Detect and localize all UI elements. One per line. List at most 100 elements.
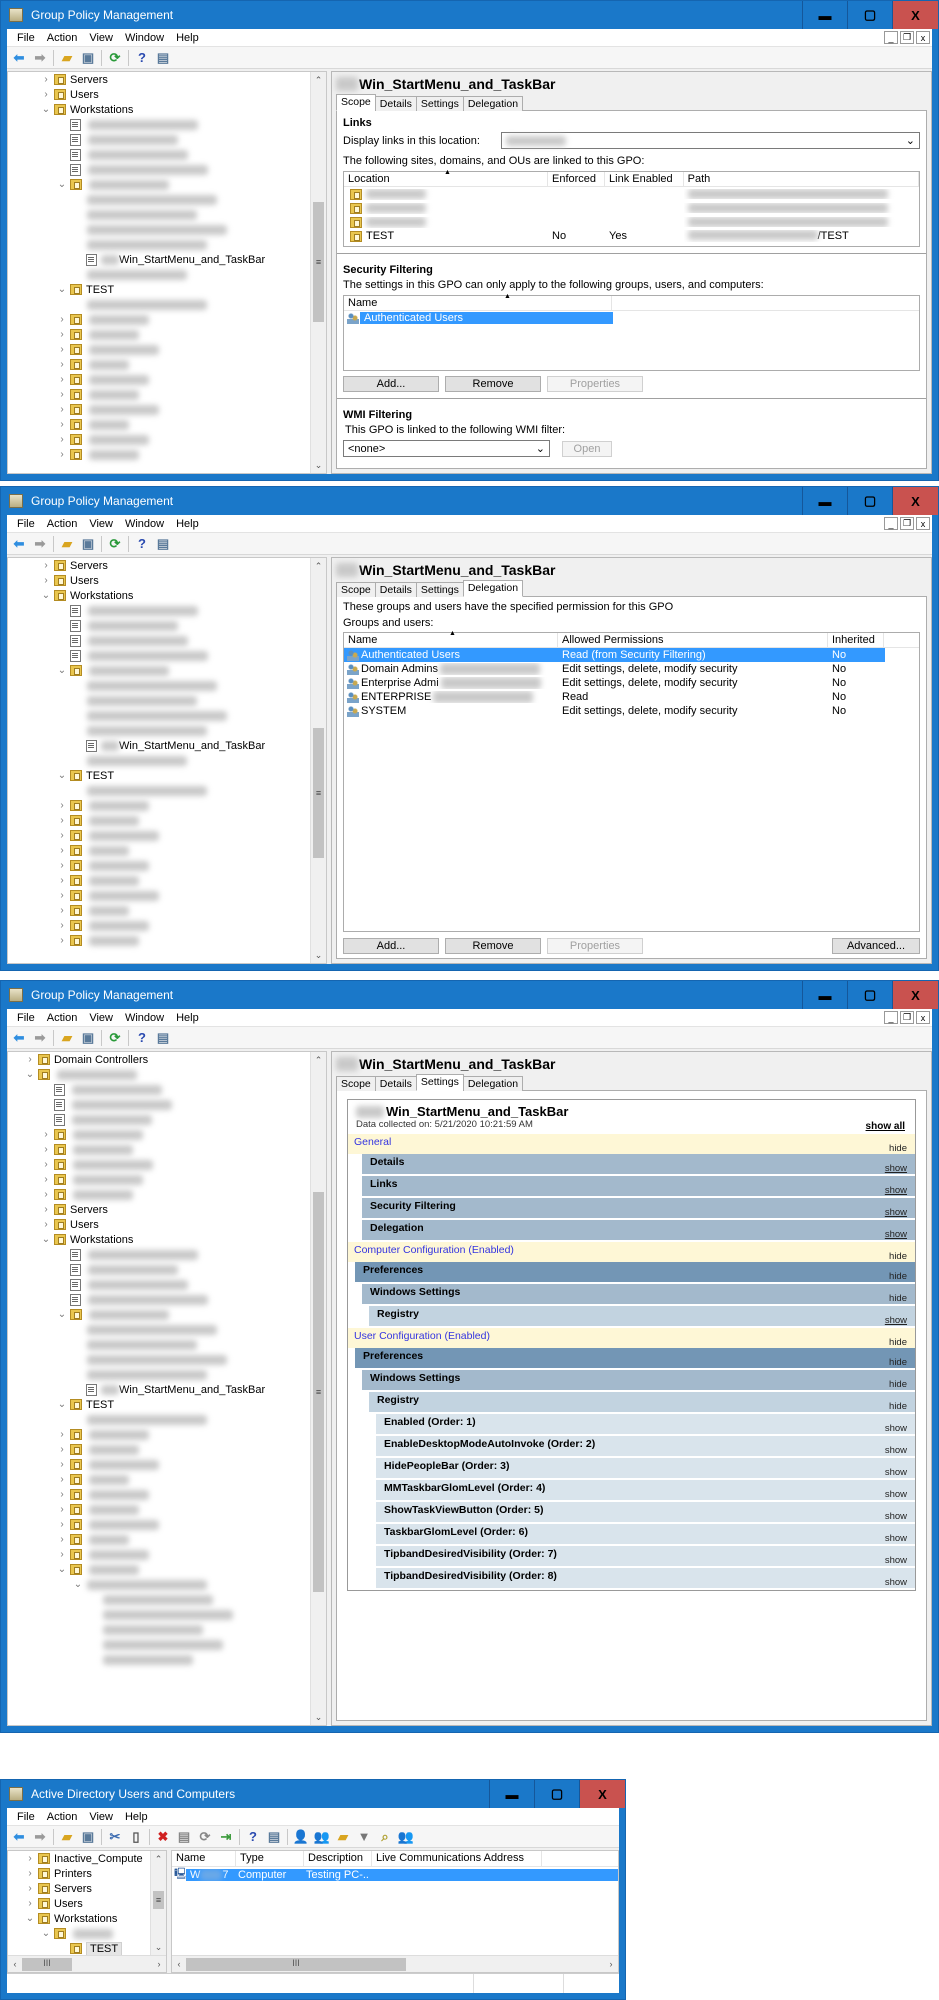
tree-node[interactable]: › bbox=[8, 1517, 326, 1532]
column-header-enforced[interactable]: Enforced bbox=[548, 172, 606, 186]
hide-link[interactable]: hide bbox=[889, 1271, 907, 1282]
menu-window[interactable]: Window bbox=[119, 1012, 170, 1024]
tree-node[interactable]: › bbox=[8, 1502, 326, 1517]
tree-vertical-scrollbar[interactable]: ⌃ ≡ ⌄ bbox=[310, 558, 326, 963]
tree-node[interactable]: › bbox=[8, 417, 326, 432]
expand-chevron-icon[interactable]: › bbox=[40, 560, 52, 571]
action-pane-icon[interactable]: ▤ bbox=[266, 1829, 282, 1845]
tree-node[interactable] bbox=[8, 603, 326, 618]
expand-chevron-icon[interactable]: › bbox=[56, 449, 68, 460]
title-bar[interactable]: Active Directory Users and Computers ▬ ▢… bbox=[1, 1780, 625, 1808]
show-link[interactable]: show bbox=[885, 1467, 907, 1478]
show-link[interactable]: show bbox=[885, 1577, 907, 1588]
tree-node[interactable]: › Servers bbox=[8, 558, 326, 573]
remove-button[interactable]: Remove bbox=[445, 376, 541, 392]
expand-chevron-icon[interactable]: › bbox=[56, 890, 68, 901]
tree-node[interactable] bbox=[8, 693, 326, 708]
back-arrow-icon[interactable]: ⬅ bbox=[11, 536, 27, 552]
column-header-type[interactable]: Type bbox=[236, 1851, 304, 1866]
collapse-chevron-icon[interactable]: ⌄ bbox=[56, 1309, 68, 1320]
tree-node[interactable]: › bbox=[8, 828, 326, 843]
expand-chevron-icon[interactable]: › bbox=[56, 905, 68, 916]
tree-node[interactable]: ⌄ TEST bbox=[8, 1397, 326, 1412]
expand-chevron-icon[interactable]: › bbox=[40, 1219, 52, 1230]
tree-node[interactable] bbox=[8, 1247, 326, 1262]
tree-node[interactable] bbox=[8, 618, 326, 633]
tree-node[interactable]: ⌄ bbox=[8, 1577, 326, 1592]
expand-chevron-icon[interactable]: › bbox=[56, 1459, 68, 1470]
tree-horizontal-scrollbar[interactable]: ‹ III › bbox=[8, 1955, 166, 1972]
action-pane-icon[interactable]: ▤ bbox=[155, 50, 171, 66]
menu-action[interactable]: Action bbox=[41, 518, 84, 530]
collapse-chevron-icon[interactable]: ⌄ bbox=[56, 1564, 68, 1575]
column-header-link-enabled[interactable]: Link Enabled bbox=[605, 172, 684, 186]
collapse-chevron-icon[interactable]: ⌄ bbox=[24, 1913, 36, 1924]
tree-node[interactable]: › bbox=[8, 798, 326, 813]
expand-chevron-icon[interactable]: › bbox=[56, 329, 68, 340]
mdi-restore-button[interactable]: ❐ bbox=[900, 1011, 914, 1024]
collapse-chevron-icon[interactable]: ⌄ bbox=[56, 179, 68, 190]
expand-chevron-icon[interactable]: › bbox=[56, 800, 68, 811]
add-button[interactable]: Add... bbox=[343, 376, 439, 392]
show-link[interactable]: show bbox=[885, 1207, 907, 1218]
expand-chevron-icon[interactable]: › bbox=[40, 575, 52, 586]
delegation-row[interactable]: SYSTEM Edit settings, delete, modify sec… bbox=[344, 704, 885, 718]
help-icon[interactable]: ? bbox=[245, 1829, 261, 1845]
show-link[interactable]: show bbox=[885, 1533, 907, 1544]
tree-node[interactable]: › Servers bbox=[8, 1202, 326, 1217]
tree-node[interactable] bbox=[8, 1367, 326, 1382]
tree-node[interactable]: › bbox=[8, 1142, 326, 1157]
menu-action[interactable]: Action bbox=[41, 1811, 84, 1823]
tab-scope[interactable]: Scope bbox=[336, 582, 376, 597]
tree-node[interactable]: › Users bbox=[8, 573, 326, 588]
expand-chevron-icon[interactable]: › bbox=[40, 89, 52, 100]
tab-delegation[interactable]: Delegation bbox=[462, 1076, 524, 1091]
tree-node[interactable]: › bbox=[8, 357, 326, 372]
expand-chevron-icon[interactable]: › bbox=[56, 359, 68, 370]
collapse-chevron-icon[interactable]: ⌄ bbox=[56, 284, 68, 295]
refresh-icon[interactable]: ⟳ bbox=[107, 50, 123, 66]
tree-node[interactable]: ⌄ bbox=[8, 1067, 326, 1082]
mdi-minimize-button[interactable]: _ bbox=[884, 1011, 898, 1024]
maximize-button[interactable]: ▢ bbox=[847, 981, 892, 1009]
scroll-down-arrow-icon[interactable]: ⌄ bbox=[311, 457, 326, 473]
scroll-thumb[interactable]: ≡ bbox=[313, 1192, 324, 1592]
new-user-icon[interactable]: 👤 bbox=[293, 1829, 309, 1845]
tree-node[interactable] bbox=[8, 207, 326, 222]
tab-delegation[interactable]: Delegation bbox=[462, 96, 524, 111]
scroll-up-arrow-icon[interactable]: ⌃ bbox=[311, 1052, 326, 1068]
tree-node[interactable]: › bbox=[8, 402, 326, 417]
tree-node[interactable]: › bbox=[8, 813, 326, 828]
expand-chevron-icon[interactable]: › bbox=[56, 1474, 68, 1485]
cut-icon[interactable]: ✂ bbox=[107, 1829, 123, 1845]
tree-node[interactable] bbox=[8, 783, 326, 798]
collapse-chevron-icon[interactable]: ⌄ bbox=[40, 1928, 52, 1939]
column-header-description[interactable]: Description bbox=[304, 1851, 372, 1866]
expand-chevron-icon[interactable]: › bbox=[56, 434, 68, 445]
tab-settings[interactable]: Settings bbox=[415, 96, 464, 111]
tree-node[interactable] bbox=[8, 1337, 326, 1352]
tree-node[interactable]: Win_StartMenu_and_TaskBar bbox=[8, 252, 326, 267]
minimize-button[interactable]: ▬ bbox=[802, 487, 847, 515]
wmi-filter-select[interactable]: <none> ⌄ bbox=[343, 440, 550, 457]
tree-node[interactable]: › bbox=[8, 1187, 326, 1202]
mdi-close-button[interactable]: x bbox=[916, 1011, 930, 1024]
new-group-icon[interactable]: 👥 bbox=[314, 1829, 330, 1845]
forward-arrow-icon[interactable]: ➡ bbox=[32, 50, 48, 66]
tree-node[interactable]: › Domain Controllers bbox=[8, 1052, 326, 1067]
splitter[interactable] bbox=[337, 253, 926, 256]
tree-node[interactable] bbox=[8, 633, 326, 648]
tree-node[interactable]: › bbox=[8, 918, 326, 933]
tree-node[interactable] bbox=[8, 1592, 326, 1607]
tree-node[interactable]: › bbox=[8, 327, 326, 342]
mdi-restore-button[interactable]: ❐ bbox=[900, 517, 914, 530]
computer-row[interactable]: 🖳 W7 Computer Testing PC-... bbox=[172, 1867, 618, 1882]
expand-chevron-icon[interactable]: › bbox=[56, 875, 68, 886]
menu-action[interactable]: Action bbox=[41, 32, 84, 44]
show-all-link[interactable]: show all bbox=[866, 1121, 905, 1132]
expand-chevron-icon[interactable]: › bbox=[40, 1204, 52, 1215]
collapse-chevron-icon[interactable]: ⌄ bbox=[56, 665, 68, 676]
tree-node[interactable] bbox=[8, 1412, 326, 1427]
expand-chevron-icon[interactable]: › bbox=[56, 1534, 68, 1545]
tree-node[interactable]: › bbox=[8, 1457, 326, 1472]
